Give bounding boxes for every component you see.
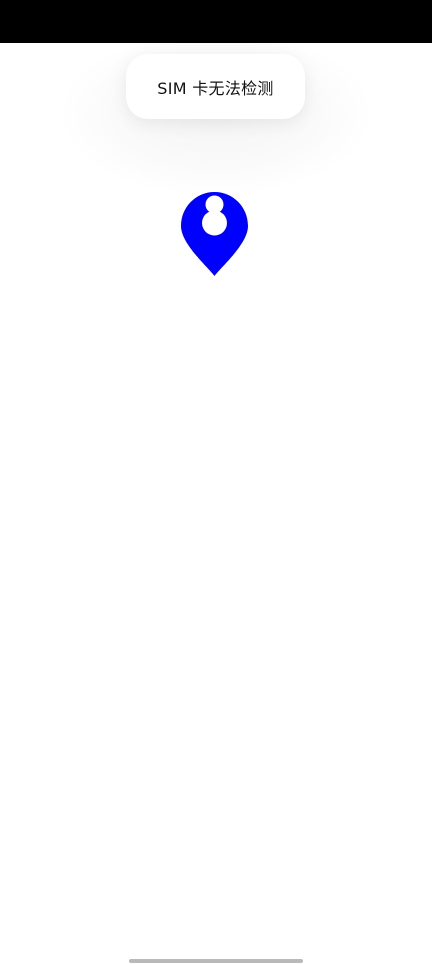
- toast-message: SIM 卡无法检测: [157, 78, 274, 98]
- toast-notification: SIM 卡无法检测: [126, 54, 305, 119]
- location-pin-icon[interactable]: [181, 192, 248, 277]
- home-indicator[interactable]: [129, 959, 303, 963]
